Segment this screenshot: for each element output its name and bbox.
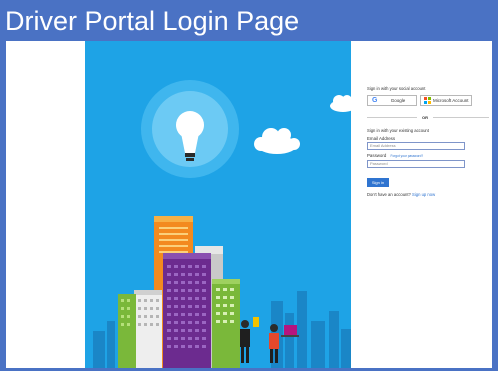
no-account-text: Don't have an account? <box>367 192 411 197</box>
login-panel: Sign in with your social account G Googl… <box>351 41 492 368</box>
divider-line-right <box>433 117 489 118</box>
signup-row: Don't have an account? Sign up now <box>367 192 435 197</box>
white-building <box>134 290 162 368</box>
or-label: OR <box>422 115 428 120</box>
green-building-left <box>118 294 136 368</box>
illustration-panel <box>85 41 351 368</box>
slide-title: Driver Portal Login Page <box>5 6 300 36</box>
divider-line-left <box>367 117 417 118</box>
green-building-right <box>212 279 240 368</box>
microsoft-button-label: Microsoft Account <box>433 98 469 103</box>
microsoft-button[interactable]: Microsoft Account <box>420 95 472 106</box>
email-label: Email Address <box>367 136 396 141</box>
password-label: Password Forgot your password? <box>367 153 423 159</box>
social-heading: Sign in with your social account <box>367 86 426 91</box>
cloud-icon <box>254 128 300 154</box>
purple-building <box>163 253 211 368</box>
password-label-text: Password <box>367 153 387 158</box>
existing-heading: Sign in with your existing account <box>367 128 429 133</box>
google-icon: G <box>372 97 378 104</box>
screenshot-frame: Sign in with your social account G Googl… <box>6 41 492 368</box>
microsoft-icon <box>424 97 431 104</box>
email-field[interactable]: Email Address <box>367 142 465 150</box>
or-divider: OR <box>367 115 489 120</box>
password-field[interactable]: Password <box>367 160 465 168</box>
google-button[interactable]: G Google <box>367 95 417 106</box>
forgot-password-link[interactable]: Forgot your password? <box>391 154 424 158</box>
sign-up-link[interactable]: Sign up now <box>412 192 435 197</box>
sign-in-button[interactable]: Sign in <box>367 178 389 187</box>
city-illustration <box>93 80 351 368</box>
google-button-label: Google <box>390 98 406 103</box>
slide-background: Driver Portal Login Page Sign in with yo… <box>0 0 498 371</box>
